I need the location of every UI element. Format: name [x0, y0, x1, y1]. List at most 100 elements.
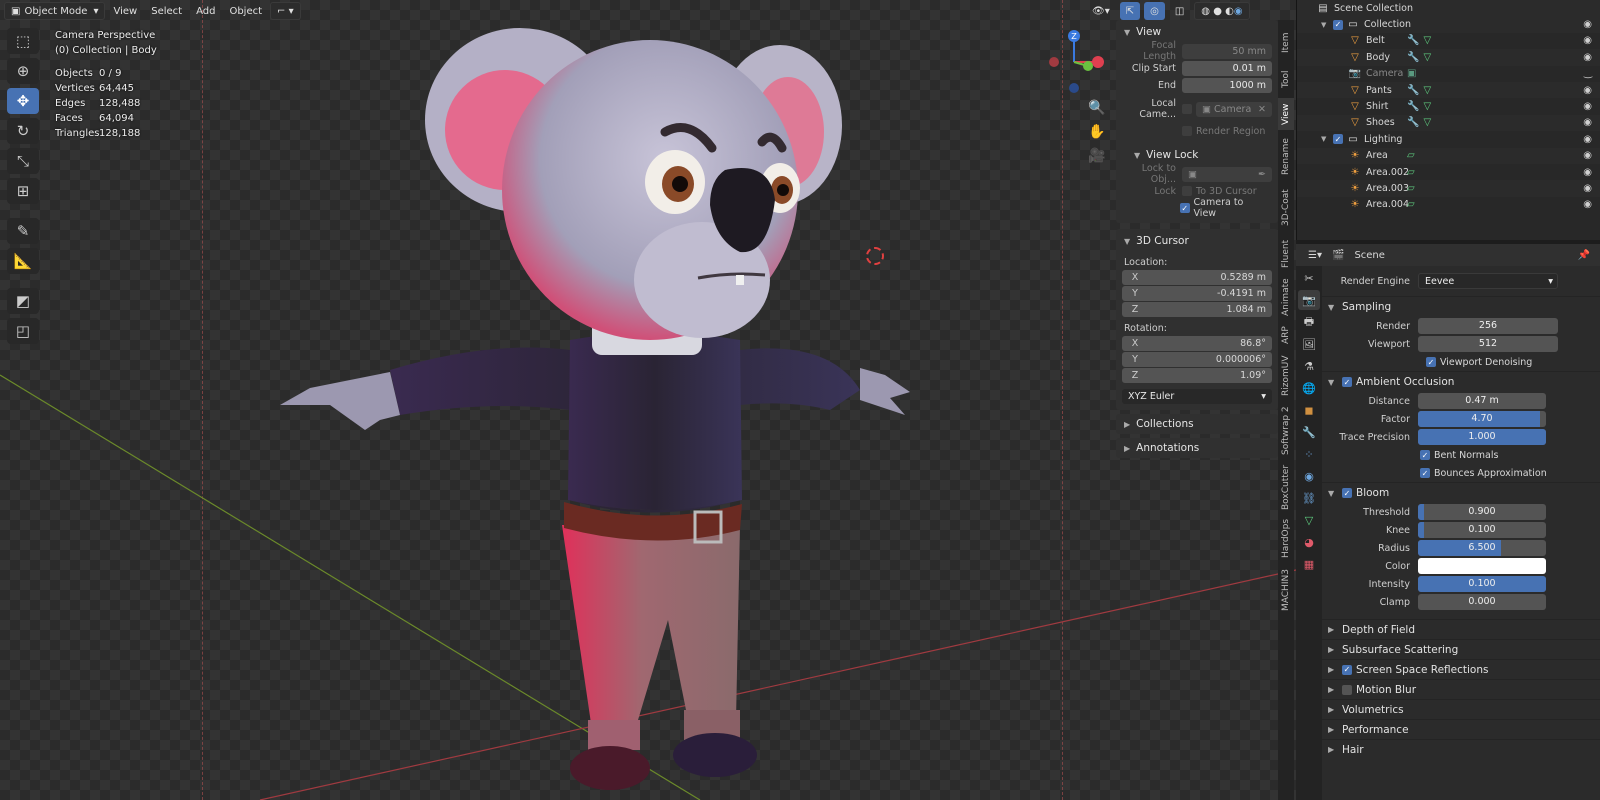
cursor-location-y[interactable]: Y -0.4191 m — [1122, 286, 1272, 301]
collapsed-panel-header[interactable]: ▶ ✓ Screen Space Reflections — [1322, 659, 1600, 679]
collapsed-panel-header[interactable]: ▶ Subsurface Scattering — [1322, 639, 1600, 659]
eye-icon[interactable]: ◉ — [1583, 134, 1592, 145]
lock-to-object-field[interactable]: ▣ ✒ — [1182, 166, 1272, 182]
eye-closed-icon[interactable]: ‿ — [1584, 68, 1592, 79]
physics-props-icon[interactable]: ◉ — [1298, 466, 1320, 486]
data-props-icon[interactable]: ▽ — [1298, 510, 1320, 530]
modifier-data-icons[interactable]: 🔧▽ — [1407, 35, 1435, 46]
view-layer-icon[interactable]: 🖼 — [1298, 334, 1320, 354]
clip-end-field[interactable]: 1000 m — [1182, 77, 1272, 93]
tab-rizomuv[interactable]: RizomUV — [1278, 352, 1294, 400]
outliner-row[interactable]: ☀ Area ▱ ◉ — [1297, 147, 1600, 164]
collapse-triangle-icon[interactable]: ▼ — [1321, 21, 1333, 29]
collections-panel-header[interactable]: ▶ Collections — [1116, 414, 1278, 434]
clip-start-field[interactable]: 0.01 m — [1182, 60, 1272, 76]
eye-icon[interactable]: ◉ — [1583, 19, 1592, 30]
xray-toggle-icon[interactable]: ◫ — [1169, 2, 1190, 20]
gizmo-toggle-icon[interactable]: ⇱ — [1119, 2, 1141, 20]
cursor-rotation-y[interactable]: Y 0.000006° — [1122, 352, 1272, 367]
select-box-icon[interactable]: ⬚ — [7, 28, 39, 54]
modifier-data-icons[interactable]: 🔧▽ — [1407, 117, 1435, 128]
exclude-checkbox[interactable]: ✓ — [1333, 19, 1343, 30]
ambient-occlusion-header[interactable]: ▼ ✓ Ambient Occlusion — [1322, 372, 1600, 392]
tab-softwrap[interactable]: Softwrap 2 — [1278, 404, 1294, 458]
panel-enable-checkbox[interactable]: ✓ — [1342, 664, 1352, 675]
bloom-radius-slider[interactable]: 6.500 — [1418, 540, 1546, 556]
collapsed-panel-header[interactable]: ▶ Volumetrics — [1322, 699, 1600, 719]
modifier-props-icon[interactable]: 🔧 — [1298, 422, 1320, 442]
light-data-icon[interactable]: ▱ — [1407, 167, 1419, 178]
bloom-intensity-slider[interactable]: 0.100 — [1418, 576, 1546, 592]
tab-fluent[interactable]: Fluent — [1278, 236, 1294, 272]
outliner-row[interactable]: ▽ Belt 🔧▽ ◉ — [1297, 33, 1600, 49]
outliner-row[interactable]: ▽ Shoes 🔧▽ ◉ — [1297, 114, 1600, 132]
scale-tool-icon[interactable]: ⤡ — [7, 148, 39, 174]
viewport-denoising-checkbox[interactable]: ✓ — [1426, 357, 1436, 367]
outliner-row[interactable]: ▽ Pants 🔧▽ ◉ — [1297, 81, 1600, 99]
bloom-header[interactable]: ▼ ✓ Bloom — [1322, 483, 1600, 503]
bounces-approximation-checkbox[interactable]: ✓ — [1420, 468, 1430, 478]
3d-cursor-panel-header[interactable]: ▼ 3D Cursor — [1116, 231, 1278, 251]
eye-icon[interactable]: ◉ — [1583, 167, 1592, 178]
eye-icon[interactable]: ◉ — [1583, 199, 1592, 210]
bloom-knee-slider[interactable]: 0.100 — [1418, 522, 1546, 538]
outliner-row[interactable]: ▽ Shirt 🔧▽ ◉ — [1297, 98, 1600, 114]
sampling-header[interactable]: ▼ Sampling — [1322, 297, 1600, 317]
tab-tool[interactable]: Tool — [1278, 64, 1294, 94]
eye-icon[interactable]: ◉ — [1583, 35, 1592, 46]
eye-icon[interactable]: ◉ — [1583, 52, 1592, 63]
zoom-icon[interactable]: 🔍 — [1086, 100, 1108, 120]
panel-enable-checkbox[interactable] — [1342, 684, 1352, 695]
camera-view-icon[interactable]: 🎥 — [1086, 148, 1108, 168]
light-data-icon[interactable]: ▱ — [1407, 183, 1419, 194]
view-panel-header[interactable]: ▼ View — [1116, 22, 1278, 42]
eyedropper-icon[interactable]: ✒ — [1258, 167, 1266, 182]
pin-icon[interactable]: 📌 — [1578, 250, 1590, 261]
light-data-icon[interactable]: ▱ — [1407, 150, 1419, 161]
focal-length-field[interactable]: 50 mm — [1182, 43, 1272, 59]
eye-icon[interactable]: ◉ — [1583, 183, 1592, 194]
3d-cursor[interactable] — [866, 247, 884, 265]
outliner-scene-collection[interactable]: ▤ Scene Collection — [1297, 0, 1600, 17]
editor-type-icon[interactable]: ☰▾ — [1308, 250, 1322, 261]
light-data-icon[interactable]: ▱ — [1407, 199, 1419, 210]
bent-normals-checkbox[interactable]: ✓ — [1420, 450, 1430, 460]
tab-3d-coat[interactable]: 3D-Coat — [1278, 184, 1294, 232]
tab-boxcutter[interactable]: BoxCutter — [1278, 462, 1294, 512]
outliner[interactable]: ▤ Scene Collection ▼ ✓ ▭ Collection ◉ ▽ Belt 🔧▽ ◉… — [1296, 0, 1600, 240]
viewport-samples-field[interactable]: 512 — [1418, 336, 1558, 352]
modifier-data-icons[interactable]: 🔧▽ — [1407, 85, 1435, 96]
measure-tool-icon[interactable]: 📐 — [7, 248, 39, 274]
bloom-clamp-field[interactable]: 0.000 — [1418, 594, 1546, 610]
render-engine-dropdown[interactable]: Eevee ▾ — [1418, 273, 1558, 289]
tab-arp[interactable]: ARP — [1278, 322, 1294, 348]
outliner-row[interactable]: ☀ Area.003 ▱ ◉ — [1297, 180, 1600, 197]
eye-icon[interactable]: ◉ — [1583, 150, 1592, 161]
add-cube-icon[interactable]: ◩ — [7, 288, 39, 314]
tab-item[interactable]: Item — [1278, 26, 1294, 60]
tab-animate[interactable]: Animate — [1278, 276, 1294, 318]
camera-to-view-checkbox[interactable]: ✓ — [1179, 203, 1190, 213]
shading-modes[interactable]: ◍ ● ◐ ◉ — [1194, 2, 1250, 20]
menu-add[interactable]: Add — [190, 2, 221, 20]
cursor-rotation-z[interactable]: Z 1.09° — [1122, 368, 1272, 383]
cursor-location-z[interactable]: Z 1.084 m — [1122, 302, 1272, 317]
world-props-icon[interactable]: 🌐 — [1298, 378, 1320, 398]
pan-hand-icon[interactable]: ✋ — [1086, 124, 1108, 144]
menu-view[interactable]: View — [107, 2, 143, 20]
particles-props-icon[interactable]: ⁘ — [1298, 444, 1320, 464]
transform-tool-icon[interactable]: ⊞ — [7, 178, 39, 204]
lock-to-cursor-checkbox[interactable] — [1182, 186, 1192, 196]
eye-icon[interactable]: ◉ — [1583, 85, 1592, 96]
render-props-icon[interactable]: 📷 — [1298, 290, 1320, 310]
camera-data-icon[interactable]: ▣ — [1407, 68, 1420, 79]
constraints-props-icon[interactable]: ⛓ — [1298, 488, 1320, 508]
modifier-data-icons[interactable]: 🔧▽ — [1407, 101, 1435, 112]
collapse-triangle-icon[interactable]: ▼ — [1321, 135, 1333, 143]
material-props-icon[interactable]: ◕ — [1298, 532, 1320, 552]
tab-machin3[interactable]: MACHIN3 — [1278, 564, 1294, 616]
exclude-checkbox[interactable]: ✓ — [1333, 134, 1343, 145]
bloom-color-swatch[interactable] — [1418, 558, 1546, 574]
rotation-mode-dropdown[interactable]: XYZ Euler ▾ — [1122, 389, 1272, 404]
eye-icon[interactable]: ◉ — [1583, 101, 1592, 112]
